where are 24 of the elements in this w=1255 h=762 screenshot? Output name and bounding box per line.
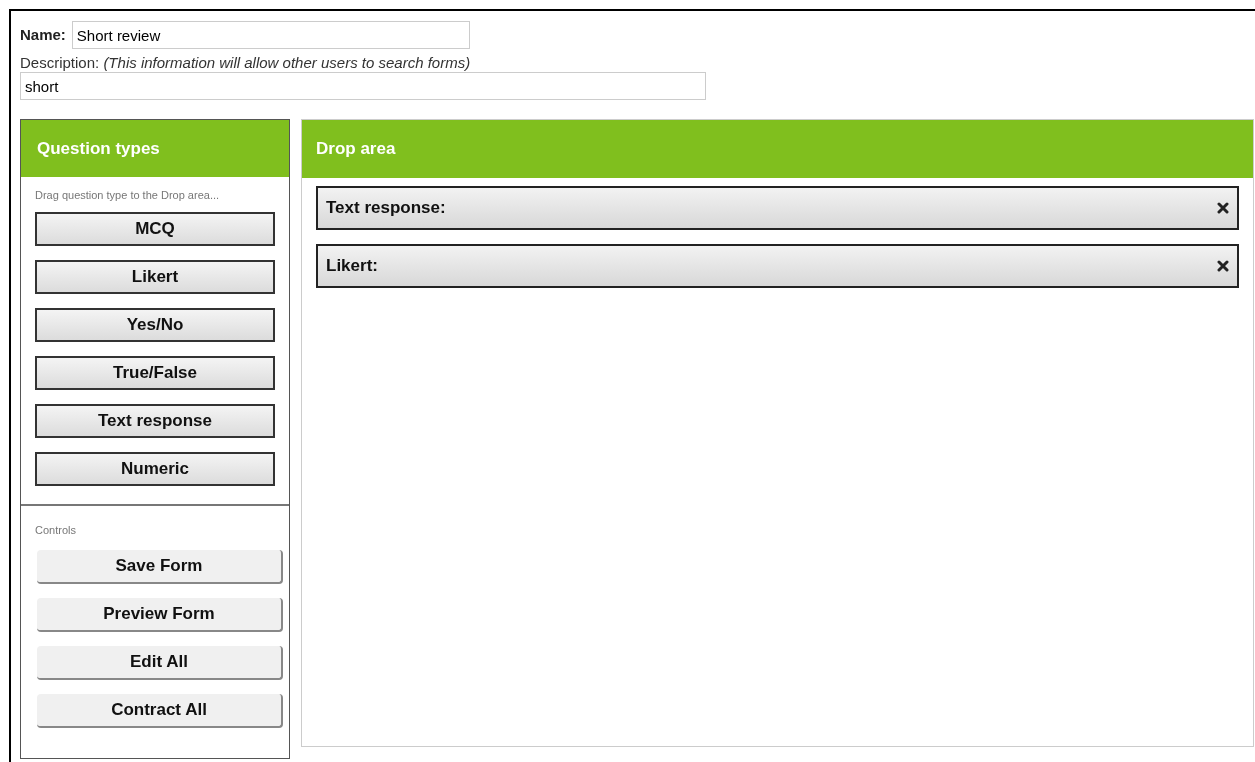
control-button[interactable]: Edit All	[37, 646, 283, 680]
controls-label: Controls	[35, 522, 77, 538]
close-icon[interactable]	[1217, 260, 1229, 272]
question-label: Likert:	[326, 255, 378, 278]
question-type-button[interactable]: Numeric	[35, 451, 275, 486]
control-button[interactable]: Preview Form	[37, 598, 283, 632]
panel-title: Drop area	[302, 120, 1253, 178]
question-bar[interactable]: Likert:	[316, 244, 1239, 288]
question-type-button[interactable]: True/False	[35, 355, 275, 390]
name-label: Name:	[20, 24, 66, 45]
question-type-button[interactable]: Likert	[35, 259, 275, 294]
close-icon[interactable]	[1217, 202, 1229, 214]
question-type-button[interactable]: Yes/No	[35, 307, 275, 342]
panel-title: Question types	[21, 120, 289, 177]
question-type-button[interactable]: Text response	[35, 403, 275, 438]
control-button[interactable]: Save Form	[37, 550, 283, 584]
question-label: Text response:	[326, 197, 446, 220]
description-label: Description: (This information will allow other users to search forms)	[20, 53, 472, 72]
question-type-button[interactable]: MCQ	[35, 211, 275, 246]
instruction-text: Drag question type to the Drop area...	[35, 188, 221, 203]
control-button[interactable]: Contract All	[37, 694, 283, 728]
description-field[interactable]: short	[20, 72, 706, 100]
question-bar[interactable]: Text response:	[316, 186, 1239, 230]
name-field[interactable]: Short review	[71, 21, 470, 49]
